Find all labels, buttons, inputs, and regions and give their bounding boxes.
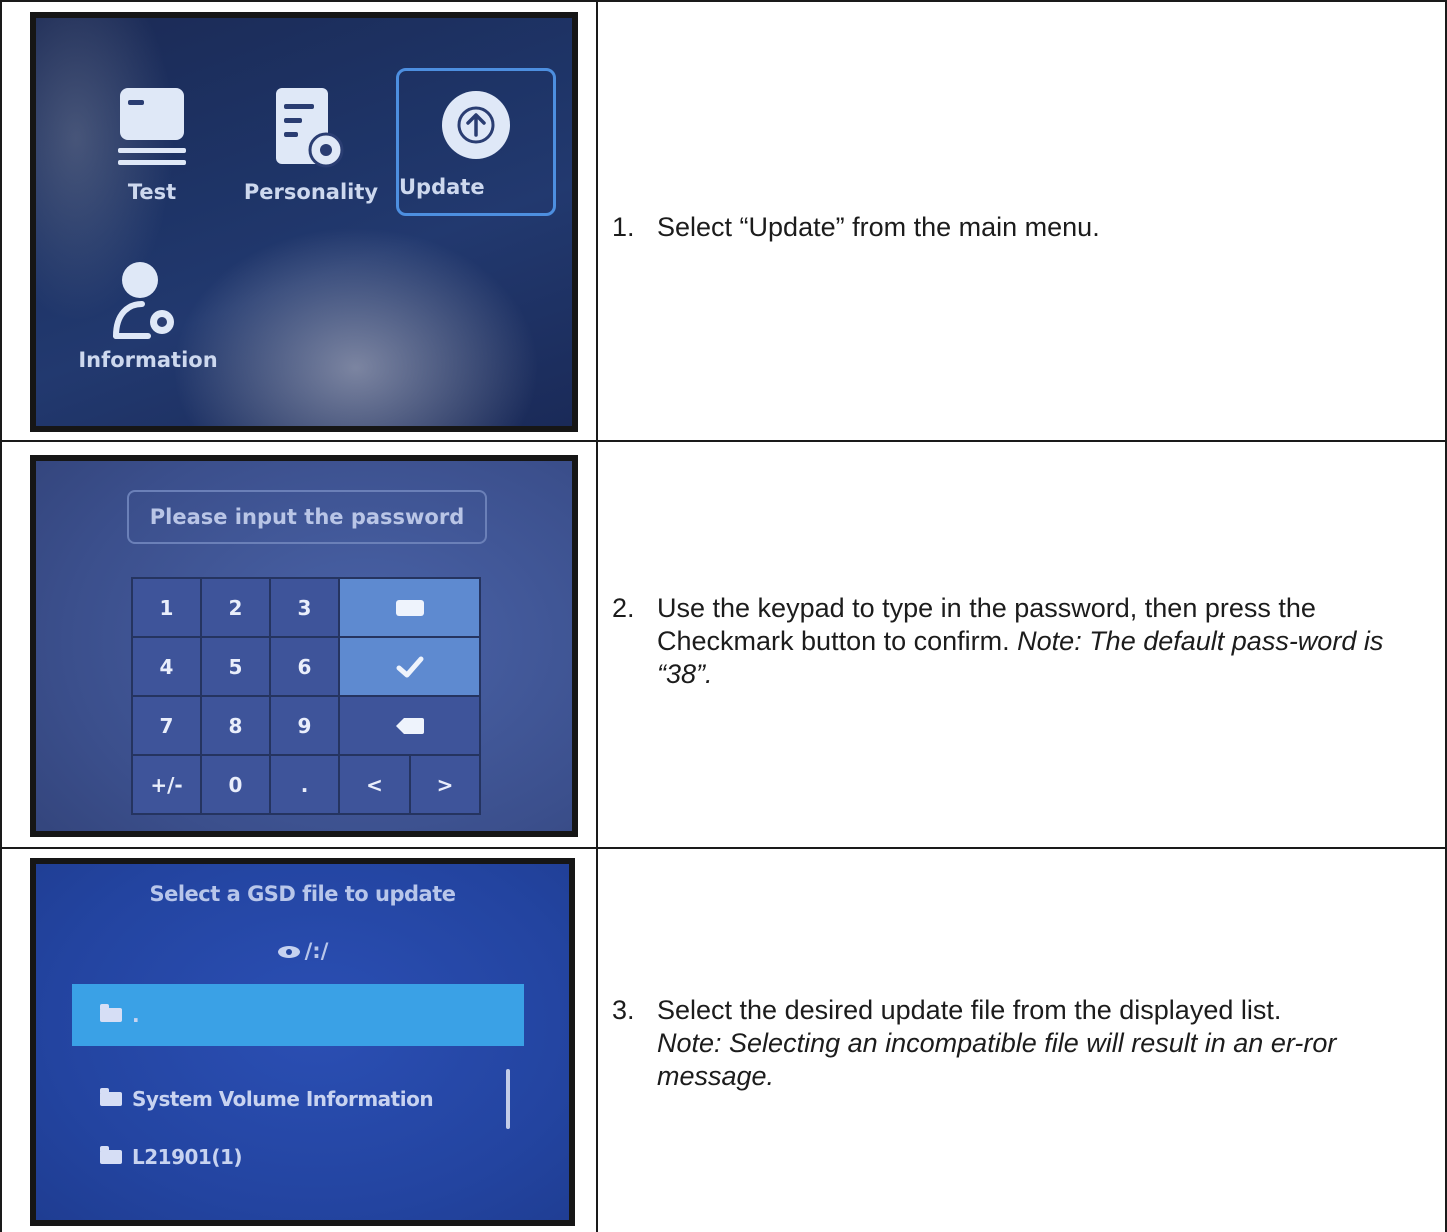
keypad-key-6[interactable]: 6 bbox=[269, 636, 340, 697]
keypad-key-4[interactable]: 4 bbox=[131, 636, 202, 697]
keypad-key-dot[interactable]: . bbox=[269, 754, 340, 815]
file-name: System Volume Information bbox=[132, 1087, 434, 1111]
menu-item-update[interactable]: Update bbox=[396, 68, 556, 216]
step-2: 2. Use the keypad to type in the passwor… bbox=[612, 592, 1442, 691]
menu-label-test: Test bbox=[127, 180, 177, 204]
password-input[interactable]: Please input the password bbox=[127, 490, 487, 544]
table-row-divider bbox=[0, 440, 1447, 442]
backspace-icon bbox=[395, 717, 424, 734]
keypad-key-1[interactable]: 1 bbox=[131, 577, 202, 638]
keyboard-key[interactable] bbox=[338, 577, 481, 638]
step-number: 1. bbox=[612, 212, 635, 242]
keypad-key-3[interactable]: 3 bbox=[269, 577, 340, 638]
step-number: 3. bbox=[612, 995, 635, 1025]
menu-label-information: Information bbox=[78, 348, 218, 372]
document-gear-icon bbox=[276, 88, 344, 168]
table-row-divider bbox=[0, 847, 1447, 849]
file-list-item[interactable]: L21901(1) bbox=[72, 1126, 524, 1188]
cursor-left-key[interactable]: < bbox=[338, 754, 411, 815]
backspace-key[interactable] bbox=[338, 695, 481, 756]
step-instruction: Select the desired update file from the … bbox=[657, 995, 1282, 1025]
keypad-key-5[interactable]: 5 bbox=[200, 636, 271, 697]
file-select-screenshot: Select a GSD file to update /:/ . System… bbox=[30, 858, 575, 1226]
keypad-key-7[interactable]: 7 bbox=[131, 695, 202, 756]
folder-icon bbox=[100, 1088, 122, 1106]
main-menu-screenshot: Test Personality Update Information bbox=[30, 12, 578, 432]
file-list-scrollbar[interactable] bbox=[506, 1069, 510, 1129]
step-1: 1. Select “Update” from the main menu. bbox=[612, 211, 1442, 244]
cursor-right-key[interactable]: > bbox=[409, 754, 481, 815]
menu-item-personality[interactable]: Personality bbox=[232, 76, 390, 216]
menu-label-update: Update bbox=[399, 175, 485, 199]
table-column-divider bbox=[596, 0, 598, 1232]
path-label: /:/ bbox=[304, 939, 329, 963]
file-list-item[interactable]: System Volume Information bbox=[72, 1068, 524, 1130]
keyboard-icon bbox=[395, 599, 424, 616]
upload-icon bbox=[442, 91, 510, 159]
menu-item-information[interactable]: Information bbox=[68, 252, 228, 382]
file-name: . bbox=[132, 1003, 140, 1027]
menu-item-test[interactable]: Test bbox=[88, 76, 216, 216]
checkmark-icon bbox=[396, 656, 423, 677]
table-border-left bbox=[0, 0, 2, 1232]
step-note: Note: Selecting an incompatible file wil… bbox=[657, 1028, 1337, 1091]
card-icon bbox=[118, 88, 186, 165]
keypad-key-2[interactable]: 2 bbox=[200, 577, 271, 638]
current-path: /:/ bbox=[36, 939, 569, 963]
step-number: 2. bbox=[612, 593, 635, 623]
password-keypad-screenshot: Please input the password 1 2 3 4 5 6 7 … bbox=[30, 455, 578, 837]
folder-icon bbox=[100, 1004, 122, 1022]
file-list-item[interactable]: . bbox=[72, 984, 524, 1046]
eye-icon bbox=[277, 946, 300, 958]
table-border-top bbox=[0, 0, 1447, 2]
file-name: L21901(1) bbox=[132, 1145, 243, 1169]
keypad-key-0[interactable]: 0 bbox=[200, 754, 271, 815]
file-select-title: Select a GSD file to update bbox=[149, 882, 456, 906]
keypad-key-plus-minus[interactable]: +/- bbox=[131, 754, 202, 815]
step-instruction: Select “Update” from the main menu. bbox=[657, 212, 1100, 242]
menu-label-personality: Personality bbox=[243, 180, 379, 204]
folder-icon bbox=[100, 1146, 122, 1164]
step-3: 3. Select the desired update file from t… bbox=[612, 994, 1442, 1093]
user-gear-icon bbox=[113, 262, 174, 339]
keypad-key-8[interactable]: 8 bbox=[200, 695, 271, 756]
confirm-key[interactable] bbox=[338, 636, 481, 697]
keypad-key-9[interactable]: 9 bbox=[269, 695, 340, 756]
